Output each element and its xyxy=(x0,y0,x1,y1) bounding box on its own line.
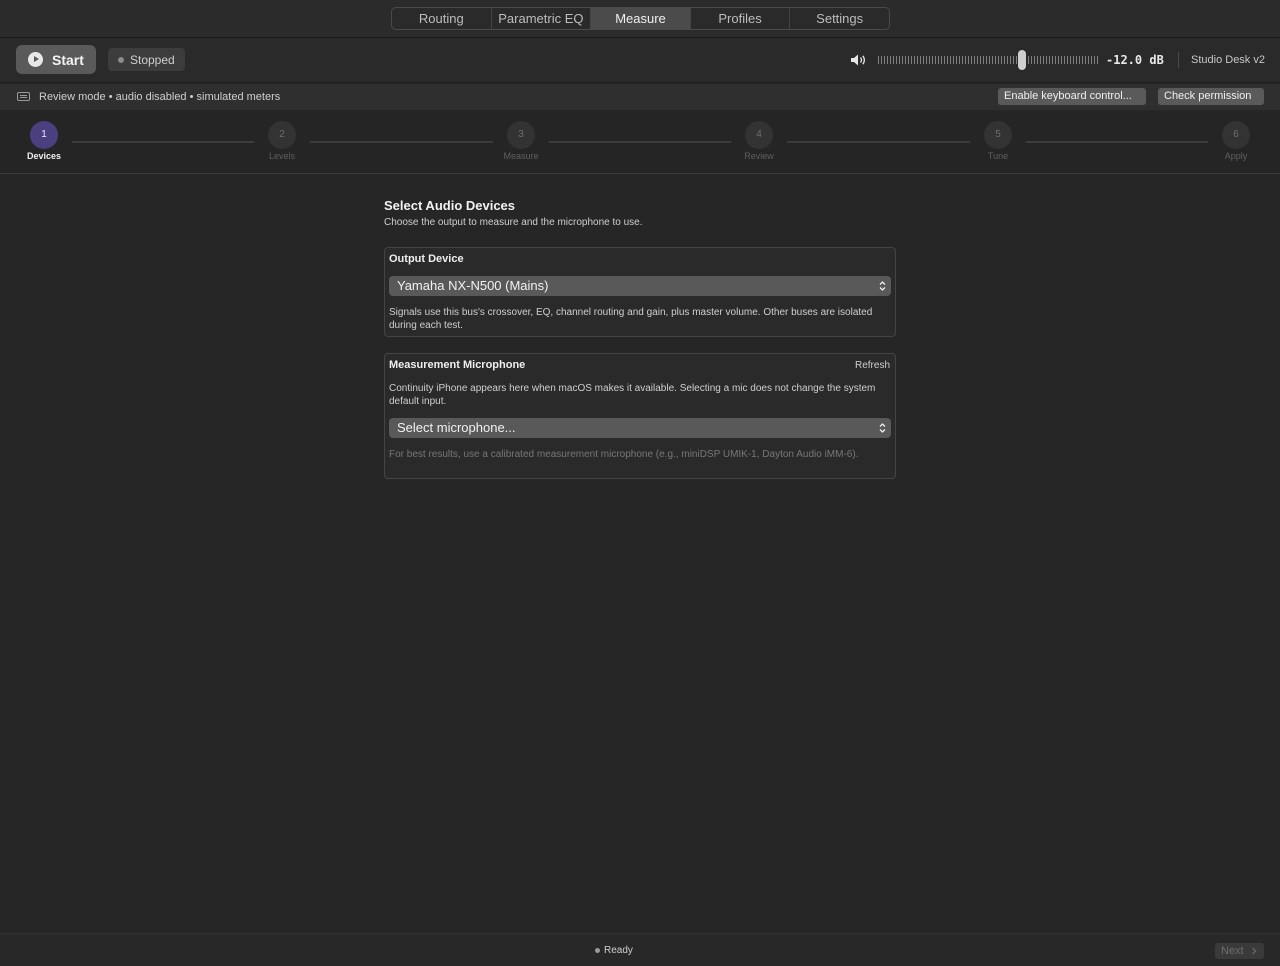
microphone-value: Select microphone... xyxy=(397,420,516,435)
step-label: Devices xyxy=(26,151,62,161)
status-label: Stopped xyxy=(130,52,175,67)
chevron-right-icon xyxy=(1252,947,1257,955)
volume-slider-track xyxy=(878,56,1098,64)
step-number: 3 xyxy=(507,121,535,149)
step-number: 1 xyxy=(30,121,58,149)
microphone-tip: For best results, use a calibrated measu… xyxy=(389,449,859,460)
updown-chevron-icon xyxy=(879,281,886,291)
step-levels[interactable]: 2 Levels xyxy=(252,121,312,161)
step-measure[interactable]: 3 Measure xyxy=(491,121,551,161)
page-title: Select Audio Devices xyxy=(384,198,516,213)
tab-routing[interactable]: Routing xyxy=(392,8,492,29)
tab-settings[interactable]: Settings xyxy=(790,8,889,29)
start-button[interactable]: Start xyxy=(16,45,96,74)
device-selection: Select Audio Devices Choose the output t… xyxy=(384,198,896,479)
profile-name: Studio Desk v2 xyxy=(1191,54,1265,66)
ready-label: Ready xyxy=(604,945,633,956)
keyboard-icon xyxy=(17,92,30,101)
play-icon xyxy=(28,52,43,67)
step-connector xyxy=(787,141,970,143)
output-device-value: Yamaha NX-N500 (Mains) xyxy=(397,278,549,293)
enable-keyboard-control-button[interactable]: Enable keyboard control... xyxy=(998,88,1146,105)
step-devices[interactable]: 1 Devices xyxy=(14,121,74,161)
next-button-label: Next xyxy=(1221,945,1244,957)
page-subtitle: Choose the output to measure and the mic… xyxy=(384,217,643,228)
output-device-select[interactable]: Yamaha NX-N500 (Mains) xyxy=(389,276,891,296)
refresh-button[interactable]: Refresh xyxy=(855,360,890,371)
step-tune[interactable]: 5 Tune xyxy=(968,121,1028,161)
status-dot-icon xyxy=(118,56,124,63)
microphone-help: Continuity iPhone appears here when macO… xyxy=(389,383,876,407)
start-button-label: Start xyxy=(52,51,84,68)
microphone-select[interactable]: Select microphone... xyxy=(389,418,891,438)
review-mode-text: Review mode • audio disabled • simulated… xyxy=(39,91,281,103)
step-connector xyxy=(72,141,254,143)
updown-chevron-icon xyxy=(879,423,886,433)
volume-slider[interactable] xyxy=(878,50,1098,70)
output-device-help: Signals use this bus's crossover, EQ, ch… xyxy=(389,307,873,331)
step-number: 5 xyxy=(984,121,1012,149)
microphone-panel: Measurement Microphone Refresh Continuit… xyxy=(384,353,896,479)
step-connector xyxy=(310,141,493,143)
next-button[interactable]: Next xyxy=(1215,943,1264,959)
step-connector xyxy=(549,141,731,143)
ready-dot-icon xyxy=(595,948,600,953)
step-number: 2 xyxy=(268,121,296,149)
main-tabs: Routing Parametric EQ Measure Profiles S… xyxy=(391,7,890,30)
status-bar: Ready Next xyxy=(0,933,1280,966)
speaker-icon[interactable] xyxy=(850,53,868,67)
wizard-stepper: 1 Devices 2 Levels 3 Measure 4 Review 5 … xyxy=(0,112,1280,174)
transport-bar: Start Stopped -12.0 dB Studio Desk v2 xyxy=(0,38,1280,83)
step-label: Review xyxy=(744,151,774,161)
tab-parametric-eq[interactable]: Parametric EQ xyxy=(492,8,592,29)
microphone-label: Measurement Microphone xyxy=(389,359,526,371)
tab-measure[interactable]: Measure xyxy=(591,8,691,29)
volume-readout: -12.0 dB xyxy=(1106,53,1164,67)
step-number: 6 xyxy=(1222,121,1250,149)
tab-bar: Routing Parametric EQ Measure Profiles S… xyxy=(0,0,1280,38)
step-review[interactable]: 4 Review xyxy=(729,121,789,161)
step-number: 4 xyxy=(745,121,773,149)
output-device-label: Output Device xyxy=(389,253,464,265)
step-label: Measure xyxy=(503,151,539,161)
review-banner: Review mode • audio disabled • simulated… xyxy=(0,84,1280,111)
step-connector xyxy=(1026,141,1208,143)
status-badge: Stopped xyxy=(108,48,185,71)
step-label: Apply xyxy=(1224,151,1248,161)
tab-profiles[interactable]: Profiles xyxy=(691,8,791,29)
output-device-panel: Output Device Yamaha NX-N500 (Mains) Sig… xyxy=(384,247,896,337)
volume-slider-thumb[interactable] xyxy=(1018,50,1026,70)
step-label: Tune xyxy=(987,151,1009,161)
step-label: Levels xyxy=(268,151,295,161)
ready-status: Ready xyxy=(595,945,633,956)
divider xyxy=(1178,52,1179,68)
check-permission-button[interactable]: Check permission xyxy=(1158,88,1264,105)
step-apply[interactable]: 6 Apply xyxy=(1206,121,1266,161)
